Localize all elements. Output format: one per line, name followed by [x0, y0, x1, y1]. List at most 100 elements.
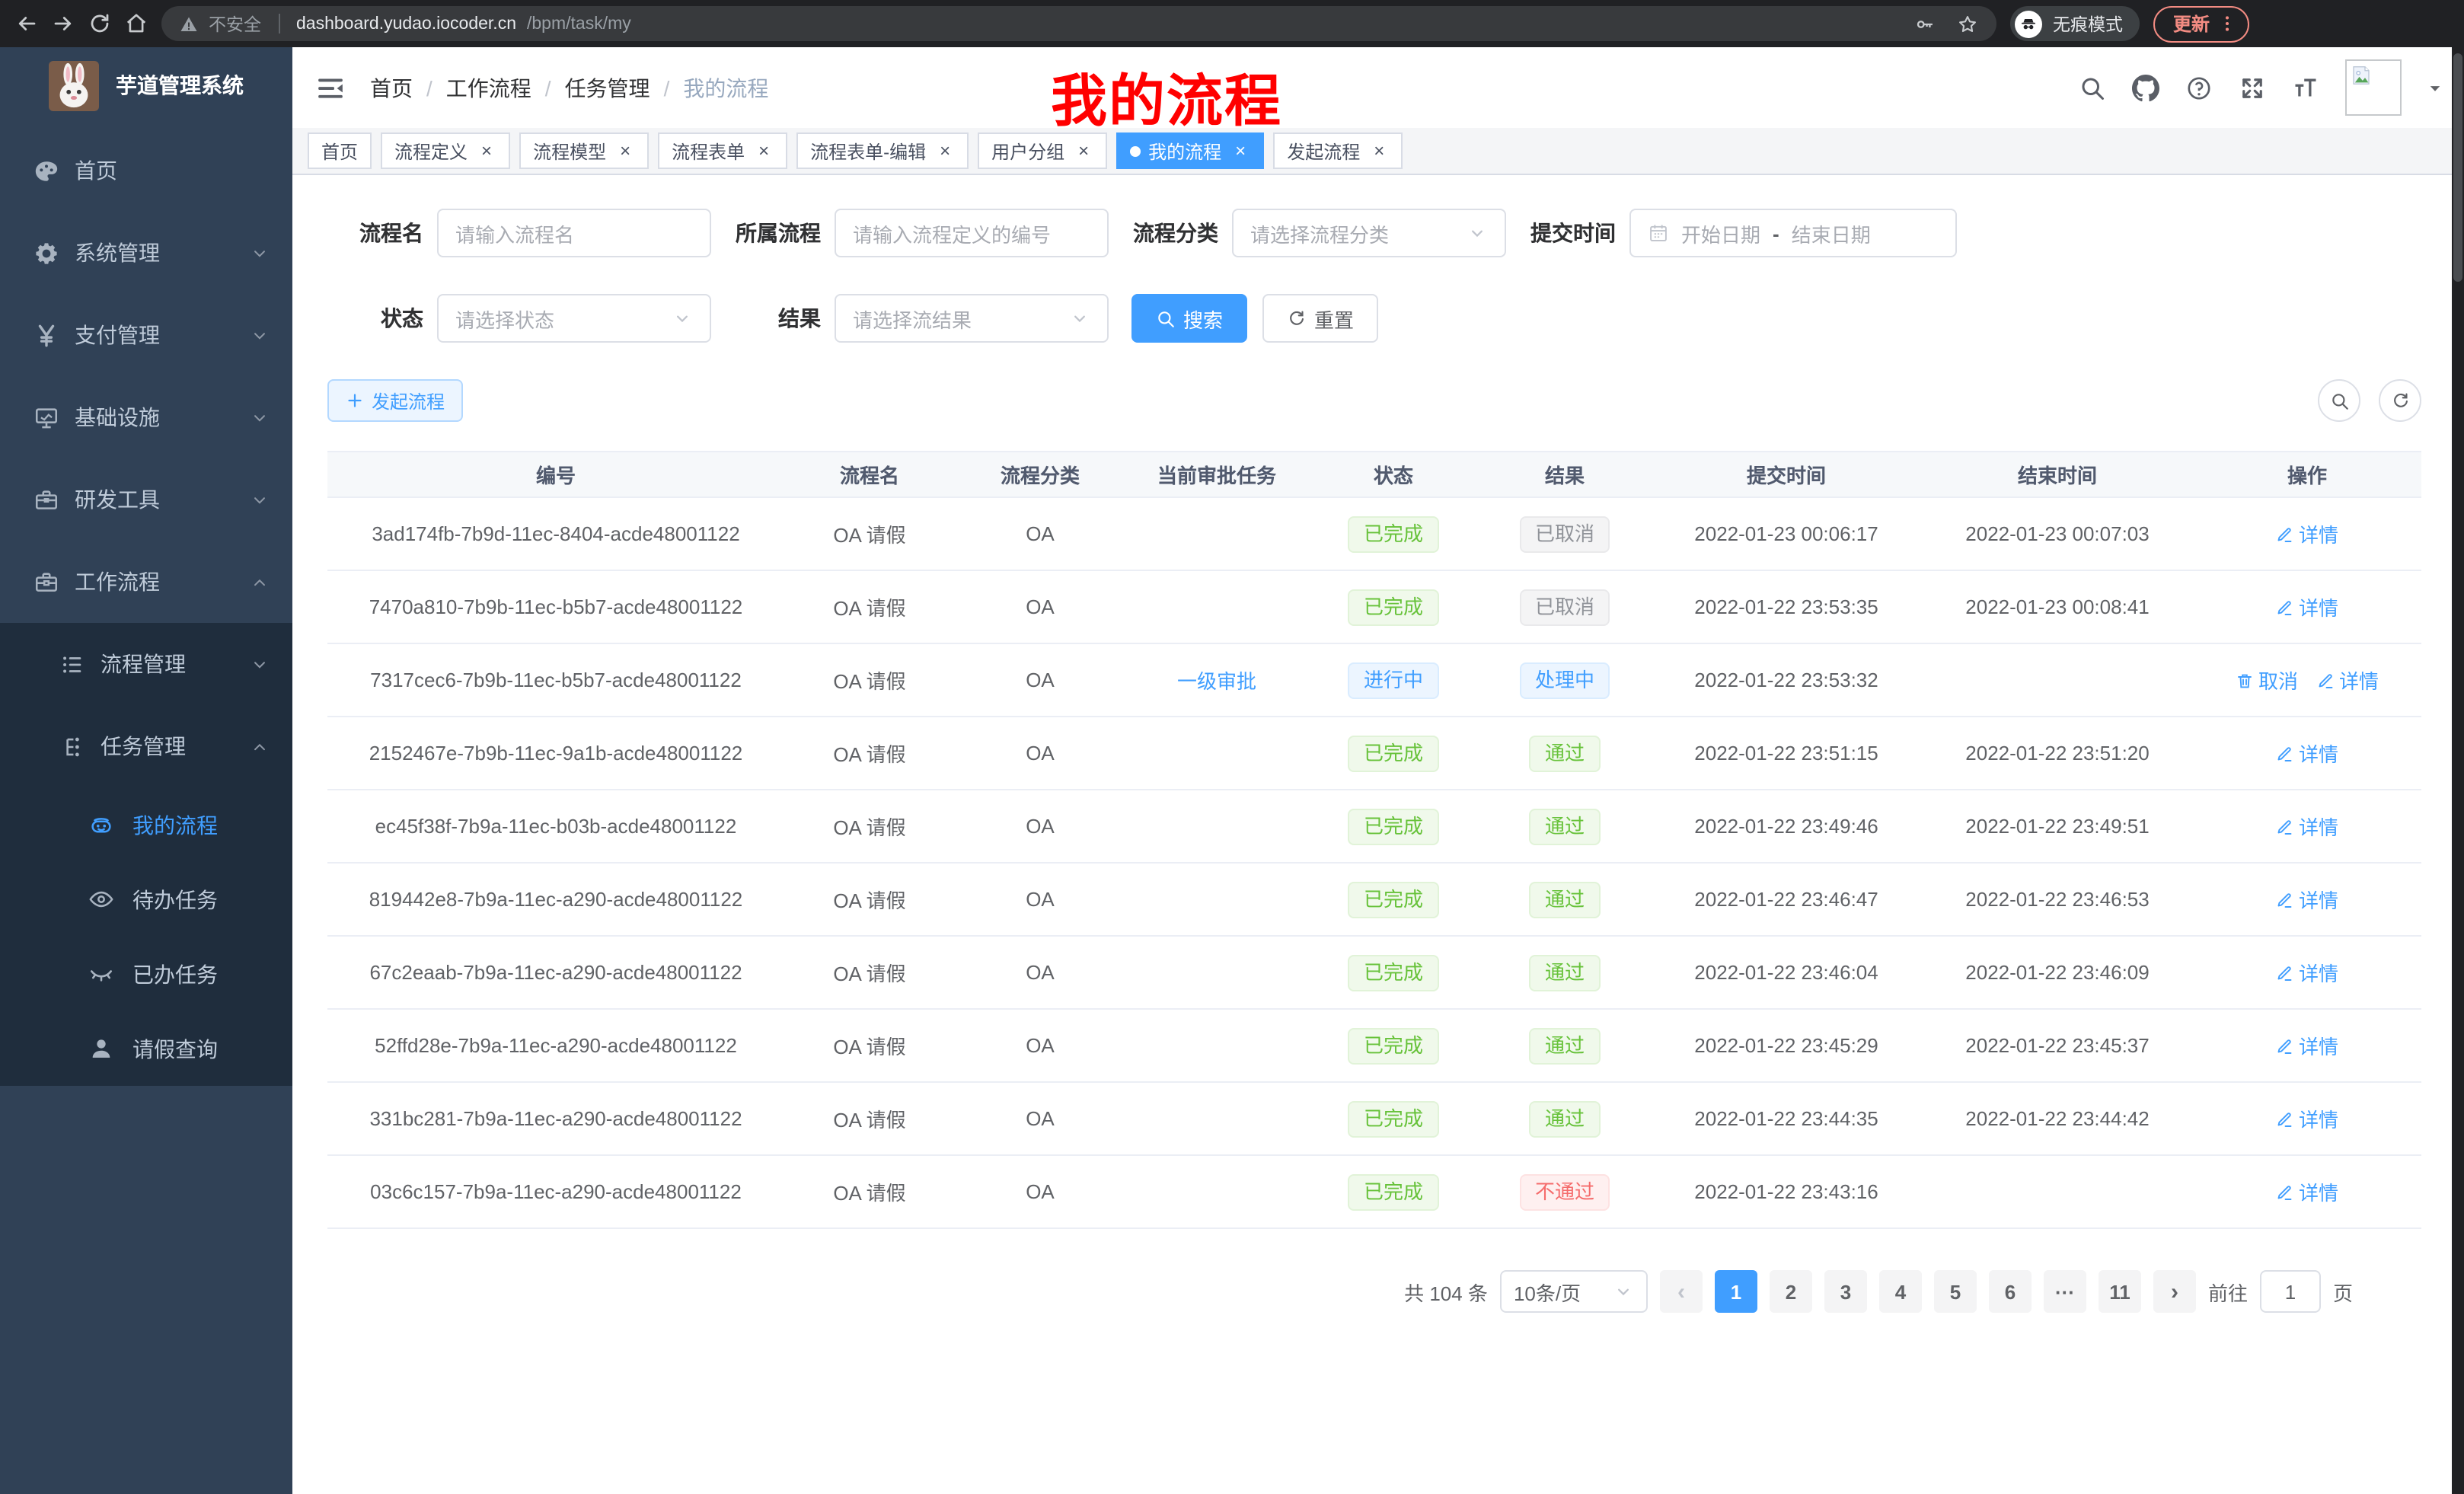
github-icon[interactable]	[2132, 74, 2159, 101]
breadcrumb-item[interactable]: 首页	[370, 72, 413, 103]
detail-link[interactable]: 详情	[2276, 1031, 2338, 1060]
prev-page-button[interactable]: ‹	[1660, 1270, 1703, 1313]
refresh-table-button[interactable]	[2379, 379, 2421, 422]
sidebar-item-process-mgmt[interactable]: 流程管理	[0, 623, 292, 705]
browser-menu-icon[interactable]	[2217, 14, 2237, 34]
tab-process-form-edit[interactable]: 流程表单-编辑×	[796, 132, 969, 169]
tab-start-process[interactable]: 发起流程×	[1273, 132, 1403, 169]
close-tab-icon[interactable]: ×	[1369, 141, 1389, 161]
page-button-5[interactable]: 5	[1934, 1270, 1977, 1313]
detail-link[interactable]: 详情	[2276, 1104, 2338, 1133]
breadcrumb-item[interactable]: 任务管理	[565, 72, 650, 103]
process-name-input[interactable]: 请输入流程名	[437, 209, 711, 257]
close-tab-icon[interactable]: ×	[754, 141, 774, 161]
sidebar-item-done-tasks[interactable]: 已办任务	[0, 937, 292, 1011]
current-task-link[interactable]: 一级审批	[1177, 670, 1256, 693]
start-process-label: 发起流程	[372, 388, 445, 413]
breadcrumb-item[interactable]: 工作流程	[446, 72, 531, 103]
result-placeholder: 请选择流结果	[853, 304, 972, 333]
update-button[interactable]: 更新	[2153, 5, 2249, 42]
page-button-6[interactable]: 6	[1989, 1270, 2032, 1313]
close-tab-icon[interactable]: ×	[1230, 141, 1250, 161]
sidebar-item-workflow[interactable]: 工作流程	[0, 541, 292, 623]
reset-button[interactable]: 重置	[1262, 294, 1378, 343]
browser-forward-icon[interactable]	[52, 12, 75, 35]
key-icon[interactable]	[1914, 13, 1936, 34]
chevron-down-icon	[672, 308, 693, 329]
tabs-bar: 首页流程定义×流程模型×流程表单×流程表单-编辑×用户分组×我的流程×发起流程×	[292, 128, 2464, 175]
detail-link[interactable]: 详情	[2276, 812, 2338, 841]
page-button-4[interactable]: 4	[1879, 1270, 1922, 1313]
cell-submit-time: 2022-01-23 00:06:17	[1651, 497, 1922, 570]
sidebar-item-todo-tasks[interactable]: 待办任务	[0, 862, 292, 937]
status-select[interactable]: 请选择状态	[437, 294, 711, 343]
parent-process-input[interactable]: 请输入流程定义的编号	[835, 209, 1109, 257]
category-select[interactable]: 请选择流程分类	[1232, 209, 1506, 257]
collapse-sidebar-icon[interactable]	[315, 72, 346, 103]
detail-link[interactable]: 详情	[2316, 666, 2379, 694]
sidebar-item-home[interactable]: 首页	[0, 129, 292, 212]
detail-link[interactable]: 详情	[2276, 739, 2338, 768]
close-tab-icon[interactable]: ×	[1074, 141, 1093, 161]
close-tab-icon[interactable]: ×	[477, 141, 496, 161]
sidebar-item-dev-tools[interactable]: 研发工具	[0, 458, 292, 541]
close-tab-icon[interactable]: ×	[935, 141, 955, 161]
tab-user-group[interactable]: 用户分组×	[978, 132, 1107, 169]
search-button[interactable]: 搜索	[1131, 294, 1247, 343]
cancel-link[interactable]: 取消	[2236, 666, 2298, 694]
cell-category: OA	[955, 936, 1125, 1009]
browser-back-icon[interactable]	[15, 12, 38, 35]
cell-result: 通过	[1479, 790, 1651, 863]
question-icon[interactable]	[2185, 74, 2213, 101]
browser-reload-icon[interactable]	[88, 12, 111, 35]
avatar[interactable]	[2345, 59, 2402, 116]
close-tab-icon[interactable]: ×	[615, 141, 635, 161]
text-size-icon[interactable]	[2292, 74, 2319, 101]
sidebar-item-payment[interactable]: 支付管理	[0, 294, 292, 376]
page-size-select[interactable]: 10条/页	[1500, 1270, 1648, 1313]
detail-link[interactable]: 详情	[2276, 519, 2338, 548]
chevron-down-icon	[251, 656, 268, 672]
incognito-label: 无痕模式	[2053, 11, 2123, 36]
page-button-3[interactable]: 3	[1824, 1270, 1867, 1313]
cell-name: OA 请假	[784, 863, 955, 936]
sidebar-item-system[interactable]: 系统管理	[0, 212, 292, 294]
result-select[interactable]: 请选择流结果	[835, 294, 1109, 343]
browser-home-icon[interactable]	[125, 12, 148, 35]
search-icon[interactable]	[2079, 74, 2106, 101]
page-button-2[interactable]: 2	[1770, 1270, 1812, 1313]
show-search-button[interactable]	[2318, 379, 2360, 422]
col-category: 流程分类	[955, 452, 1125, 497]
col-status: 状态	[1308, 452, 1479, 497]
sidebar-item-my-process[interactable]: 我的流程	[0, 787, 292, 862]
scrollbar-thumb[interactable]	[2453, 53, 2462, 282]
browser-scrollbar[interactable]	[2452, 47, 2464, 1494]
chevron-up-icon	[251, 573, 268, 590]
page-button-11[interactable]: 11	[2099, 1270, 2141, 1313]
detail-link[interactable]: 详情	[2276, 958, 2338, 987]
sidebar-item-infrastructure[interactable]: 基础设施	[0, 376, 292, 458]
page-button-1[interactable]: 1	[1715, 1270, 1757, 1313]
detail-link[interactable]: 详情	[2276, 885, 2338, 914]
user-menu-caret-icon[interactable]	[2427, 80, 2443, 95]
tab-process-definition[interactable]: 流程定义×	[381, 132, 510, 169]
more-pages-button[interactable]: ···	[2044, 1270, 2086, 1313]
submit-time-range-input[interactable]: 开始日期-结束日期	[1629, 209, 1957, 257]
tab-my-process[interactable]: 我的流程×	[1116, 132, 1264, 169]
filter-row: 流程名请输入流程名所属流程请输入流程定义的编号流程分类请选择流程分类提交时间开始…	[327, 209, 2421, 257]
star-icon[interactable]	[1957, 13, 1978, 34]
detail-link[interactable]: 详情	[2276, 592, 2338, 621]
cell-status: 已完成	[1308, 1009, 1479, 1082]
detail-link[interactable]: 详情	[2276, 1177, 2338, 1206]
fullscreen-icon[interactable]	[2239, 74, 2266, 101]
address-bar[interactable]: 不安全 dashboard.yudao.iocoder.cn /bpm/task…	[161, 6, 1996, 41]
start-process-button[interactable]: 发起流程	[327, 379, 463, 422]
tab-home[interactable]: 首页	[308, 132, 372, 169]
sidebar-item-task-mgmt[interactable]: 任务管理	[0, 705, 292, 787]
tab-process-form[interactable]: 流程表单×	[658, 132, 787, 169]
tab-process-model[interactable]: 流程模型×	[519, 132, 649, 169]
status-badge: 已完成	[1348, 589, 1438, 625]
sidebar-item-leave-query[interactable]: 请假查询	[0, 1011, 292, 1086]
next-page-button[interactable]: ›	[2153, 1270, 2196, 1313]
goto-page-input[interactable]: 1	[2260, 1270, 2321, 1313]
